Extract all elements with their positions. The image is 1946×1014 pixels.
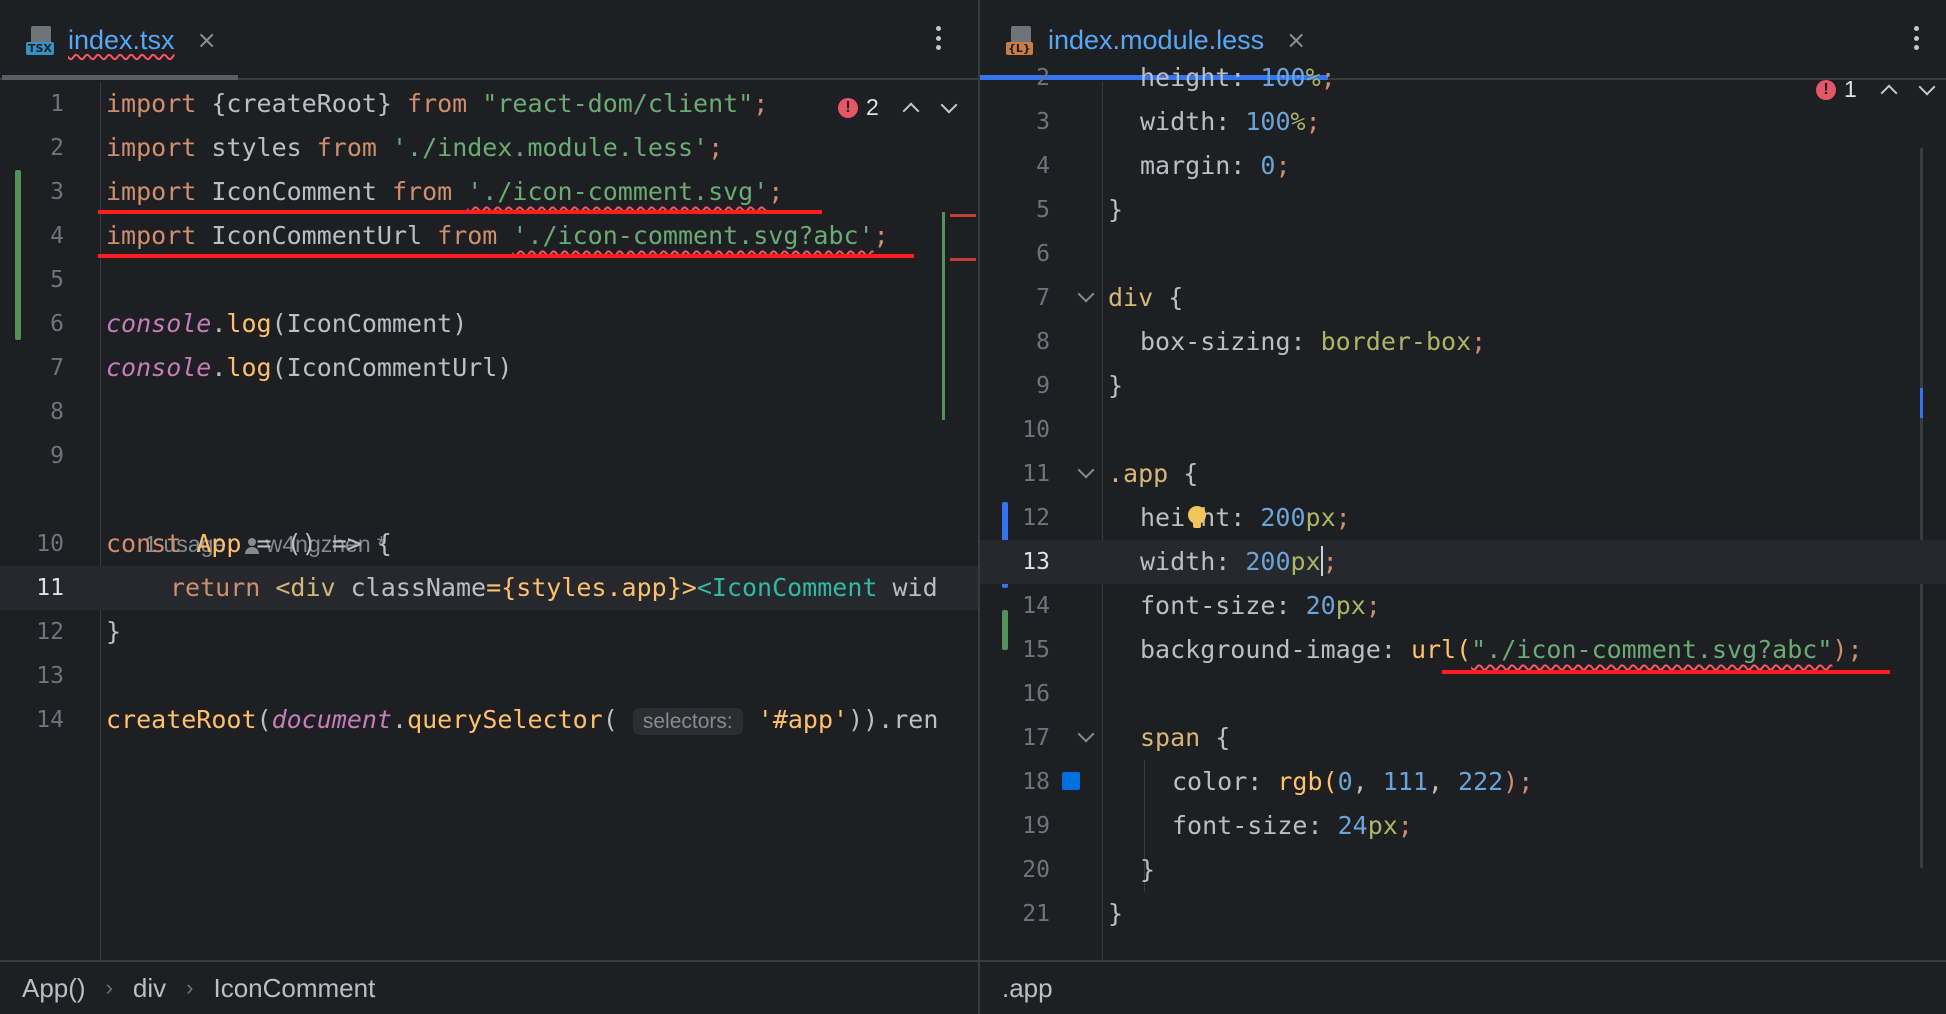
chevron-right-icon: › (105, 975, 113, 1000)
left-editor-pane: TSX index.tsx × ! 2 1 import {createRoot… (0, 0, 978, 1014)
code-line: 16 (1022, 681, 1050, 707)
code-line: 5 (50, 267, 64, 293)
left-code-editor[interactable]: ! 2 1 import {createRoot} from "react-do… (0, 82, 978, 960)
code-line: 6 (1036, 241, 1050, 267)
code-line: 9 (50, 443, 64, 469)
lightbulb-icon[interactable] (1188, 506, 1206, 528)
right-editor-pane: {L} index.module.less × ! 1 2 height: 10… (980, 0, 1946, 1014)
code-line: 5 } (1036, 195, 1124, 224)
code-line: 17 span { (1022, 723, 1231, 752)
error-stripe-marker (950, 214, 976, 217)
chevron-right-icon: › (186, 975, 194, 1000)
breadcrumb-item[interactable]: .app (1002, 973, 1053, 1004)
code-line: 15 background-image: url("./icon-comment… (1022, 635, 1863, 664)
tab-index-tsx[interactable]: TSX index.tsx × (0, 0, 235, 80)
code-line: 14 createRoot(document.querySelector( se… (36, 705, 939, 735)
code-line: 8 (50, 399, 64, 425)
left-breadcrumb: App() › div › IconComment (0, 960, 978, 1014)
right-code-editor[interactable]: ! 1 2 height: 100%; 3 width: 100%; 4 mar… (980, 63, 1946, 960)
breadcrumb-item[interactable]: div (133, 973, 166, 1004)
right-breadcrumb: .app (980, 960, 1946, 1014)
code-line: 13 (36, 663, 64, 689)
breadcrumb-item[interactable]: IconComment (213, 973, 375, 1004)
usage-hint[interactable]: 1 usage w4ngzhen * (106, 478, 386, 557)
code-line: 7 div { (1036, 283, 1184, 312)
code-line: 2 height: 100%; (1036, 63, 1336, 92)
breadcrumb-item[interactable]: App() (22, 973, 86, 1004)
tab-label: index.module.less (1048, 24, 1265, 55)
fold-icon[interactable] (1077, 725, 1095, 743)
code-line: 20 } (1022, 855, 1156, 884)
code-line: 4 import IconCommentUrl from './icon-com… (50, 221, 889, 250)
parameter-hint: selectors: (632, 708, 743, 735)
code-line: 3 width: 100%; (1036, 107, 1321, 136)
code-line: 14 font-size: 20px; (1022, 591, 1381, 620)
code-line: 3 import IconComment from './icon-commen… (50, 177, 784, 206)
code-line: 10 const App = () => { (36, 529, 392, 558)
left-tab-bar: TSX index.tsx × (0, 0, 978, 80)
code-line: 18 color: rgb(0, 111, 222); (1022, 767, 1534, 796)
code-line: 2 import styles from './index.module.les… (50, 133, 724, 162)
code-line: 12 hei ht: 200px; (1022, 503, 1351, 532)
code-line: 10 (1022, 417, 1050, 443)
code-line: 7 console.log(IconCommentUrl) (50, 353, 513, 382)
code-line: 12 } (36, 617, 122, 646)
more-vertical-icon[interactable] (1904, 20, 1928, 56)
active-tab-indicator (2, 75, 238, 80)
code-line: 1 import {createRoot} from "react-dom/cl… (50, 89, 769, 118)
tsx-file-icon: TSX (26, 24, 58, 56)
tab-label: index.tsx (68, 24, 175, 55)
less-file-icon: {L} (1006, 24, 1038, 56)
color-swatch-icon[interactable] (1062, 772, 1080, 790)
code-line: 4 margin: 0; (1036, 151, 1291, 180)
more-vertical-icon[interactable] (926, 20, 950, 56)
code-line: 11 .app { (1022, 459, 1199, 488)
fold-icon[interactable] (1077, 285, 1095, 303)
fold-icon[interactable] (1077, 461, 1095, 479)
close-icon[interactable]: × (1286, 26, 1306, 54)
code-line-current: 13 width: 200px; (980, 540, 1946, 584)
code-line: 8 box-sizing: border-box; (1036, 327, 1487, 356)
code-line: 21 } (1022, 899, 1124, 928)
code-line: 6 console.log(IconComment) (50, 309, 468, 338)
close-icon[interactable]: × (197, 26, 217, 54)
code-line: 19 font-size: 24px; (1022, 811, 1413, 840)
code-line-current: 11 return <div className={styles.app}><I… (0, 566, 978, 610)
code-line: 9 } (1036, 371, 1124, 400)
